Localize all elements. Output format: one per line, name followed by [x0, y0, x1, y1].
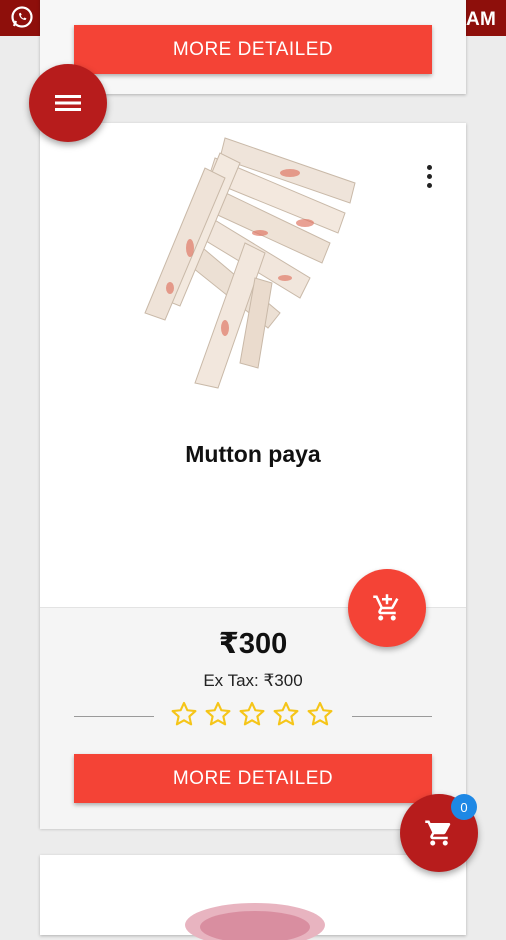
- product-image: [144, 137, 356, 389]
- product-name: Mutton paya: [185, 441, 321, 467]
- more-options-icon[interactable]: [422, 165, 436, 191]
- star-icon[interactable]: [306, 700, 334, 728]
- menu-button[interactable]: [29, 64, 107, 142]
- star-icon[interactable]: [238, 700, 266, 728]
- star-icon[interactable]: [204, 700, 232, 728]
- more-detailed-button[interactable]: MORE DETAILED: [74, 25, 432, 74]
- whatsapp-icon: [10, 5, 34, 34]
- more-detailed-button[interactable]: MORE DETAILED: [74, 754, 432, 803]
- rating-divider-right: [352, 716, 432, 717]
- star-icon[interactable]: [272, 700, 300, 728]
- add-to-cart-button[interactable]: [348, 569, 426, 647]
- product-image: [185, 903, 325, 940]
- product-card: Mutton paya ₹300 Ex Tax: ₹300 MORE DETAI…: [40, 123, 466, 829]
- rating-stars: [170, 700, 334, 728]
- cart-icon: [425, 820, 451, 846]
- cart-count-badge: 0: [451, 794, 477, 820]
- add-to-cart-icon: [373, 594, 399, 621]
- rating-divider-left: [74, 716, 154, 717]
- ex-tax-price: Ex Tax: ₹300: [203, 671, 303, 690]
- menu-icon: [55, 95, 81, 111]
- product-card-next: [40, 855, 466, 940]
- star-icon[interactable]: [170, 700, 198, 728]
- product-card-previous: MORE DETAILED: [40, 0, 466, 94]
